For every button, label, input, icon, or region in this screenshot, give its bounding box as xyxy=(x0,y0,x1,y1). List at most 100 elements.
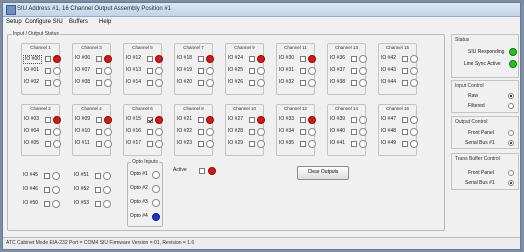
io-checkbox[interactable] xyxy=(249,129,255,135)
io-checkbox[interactable] xyxy=(249,56,255,62)
io-state-led xyxy=(410,140,418,148)
io-checkbox[interactable] xyxy=(300,56,306,62)
io-state-led xyxy=(206,140,214,148)
io-checkbox[interactable] xyxy=(198,129,204,135)
io-row-08: IO #08 xyxy=(75,77,112,89)
io-checkbox[interactable] xyxy=(351,117,357,123)
io-state-led xyxy=(155,140,163,148)
io-checkbox[interactable] xyxy=(45,129,51,135)
channel-label: Channel 16 xyxy=(385,106,410,111)
io-checkbox[interactable] xyxy=(300,80,306,86)
io-state-led xyxy=(410,116,418,124)
io-checkbox[interactable] xyxy=(198,117,204,123)
io-row-34: IO #34 xyxy=(279,126,316,138)
io-checkbox[interactable] xyxy=(45,68,51,74)
channel-label: Channel 12 xyxy=(283,106,308,111)
io-checkbox[interactable] xyxy=(96,129,102,135)
io-checkbox[interactable] xyxy=(147,68,153,74)
menu-setup[interactable]: Setup xyxy=(6,17,22,27)
io-checkbox[interactable] xyxy=(45,141,51,147)
trans-serial-bus-radio[interactable] xyxy=(508,180,514,186)
menu-help[interactable]: Help xyxy=(99,17,111,27)
opto-led xyxy=(152,171,160,179)
io-checkbox[interactable] xyxy=(96,80,102,86)
io-checkbox[interactable] xyxy=(95,173,101,179)
io-row-15: IO #15 xyxy=(126,114,163,126)
active-indicator: Active xyxy=(173,165,219,177)
io-checkbox[interactable] xyxy=(147,80,153,86)
io-checkbox[interactable] xyxy=(147,129,153,135)
io-state-led xyxy=(410,128,418,136)
input-raw-radio[interactable] xyxy=(508,93,514,99)
io-checkbox[interactable] xyxy=(249,68,255,74)
io-checkbox[interactable] xyxy=(402,56,408,62)
io-checkbox[interactable] xyxy=(96,56,102,62)
opto-label: Opto #1 xyxy=(130,171,148,177)
io-state-led xyxy=(52,186,60,194)
io-checkbox[interactable] xyxy=(249,141,255,147)
io-checkbox[interactable] xyxy=(95,187,101,193)
io-checkbox[interactable] xyxy=(300,68,306,74)
io-checkbox[interactable] xyxy=(351,68,357,74)
io-checkbox[interactable] xyxy=(147,141,153,147)
io-checkbox[interactable] xyxy=(45,80,51,86)
io-checkbox[interactable] xyxy=(198,56,204,62)
io-checkbox[interactable] xyxy=(402,80,408,86)
io-label: IO #32 xyxy=(279,79,295,85)
io-checkbox[interactable] xyxy=(95,201,101,207)
io-checkbox[interactable] xyxy=(198,141,204,147)
io-checkbox[interactable] xyxy=(147,56,153,62)
active-checkbox[interactable] xyxy=(199,168,205,174)
io-checkbox[interactable] xyxy=(351,80,357,86)
io-checkbox[interactable] xyxy=(249,117,255,123)
io-checkbox[interactable] xyxy=(45,56,51,62)
io-checkbox[interactable] xyxy=(300,141,306,147)
io-label: IO #12 xyxy=(126,55,142,61)
io-checkbox[interactable] xyxy=(147,117,153,123)
io-checkbox[interactable] xyxy=(351,141,357,147)
channel-label: Channel 1 xyxy=(30,45,51,50)
io-checkbox[interactable] xyxy=(44,187,50,193)
io-checkbox[interactable] xyxy=(351,129,357,135)
io-row-51: IO #51 xyxy=(74,170,111,182)
input-control-panel: Input Control Raw Filtered xyxy=(451,80,519,113)
io-checkbox[interactable] xyxy=(96,117,102,123)
io-checkbox[interactable] xyxy=(300,129,306,135)
io-checkbox[interactable] xyxy=(402,141,408,147)
io-checkbox[interactable] xyxy=(45,117,51,123)
io-checkbox[interactable] xyxy=(96,141,102,147)
io-checkbox[interactable] xyxy=(402,117,408,123)
window-title: SIU Address #1, 16 Channel Output Assemb… xyxy=(17,6,172,12)
io-checkbox[interactable] xyxy=(198,80,204,86)
io-state-led xyxy=(359,79,367,87)
output-serial-bus-radio[interactable] xyxy=(508,140,514,146)
io-row-48: IO #48 xyxy=(381,126,418,138)
io-checkbox[interactable] xyxy=(249,80,255,86)
clear-outputs-button[interactable]: Clear Outputs xyxy=(297,166,349,180)
io-row-47: IO #47 xyxy=(381,114,418,126)
io-state-led xyxy=(359,128,367,136)
io-checkbox[interactable] xyxy=(402,68,408,74)
opto-row-4: Opto #4 xyxy=(130,211,160,223)
io-state-led xyxy=(53,79,61,87)
io-checkbox[interactable] xyxy=(198,68,204,74)
input-filtered-radio[interactable] xyxy=(508,103,514,109)
io-label: IO #28 xyxy=(228,128,244,134)
io-checkbox[interactable] xyxy=(44,201,50,207)
output-front-panel-radio[interactable] xyxy=(508,130,514,136)
trans-front-panel-radio[interactable] xyxy=(508,170,514,176)
io-label: IO #47 xyxy=(381,116,397,122)
io-label: IO #09 xyxy=(75,116,91,122)
trans-buffer-control-title: Trans Buffer Control xyxy=(455,156,500,162)
menu-buffers[interactable]: Buffers xyxy=(69,17,88,27)
io-checkbox[interactable] xyxy=(44,173,50,179)
io-checkbox[interactable] xyxy=(300,117,306,123)
io-checkbox[interactable] xyxy=(351,56,357,62)
io-checkbox[interactable] xyxy=(402,129,408,135)
io-checkbox[interactable] xyxy=(96,68,102,74)
status-title: Status xyxy=(455,37,470,43)
io-row-02: IO #02 xyxy=(24,77,61,89)
io-state-led xyxy=(308,116,316,124)
menu-configure-siu[interactable]: Configure SIU xyxy=(25,17,63,27)
channel-label: Channel 11 xyxy=(284,45,307,50)
